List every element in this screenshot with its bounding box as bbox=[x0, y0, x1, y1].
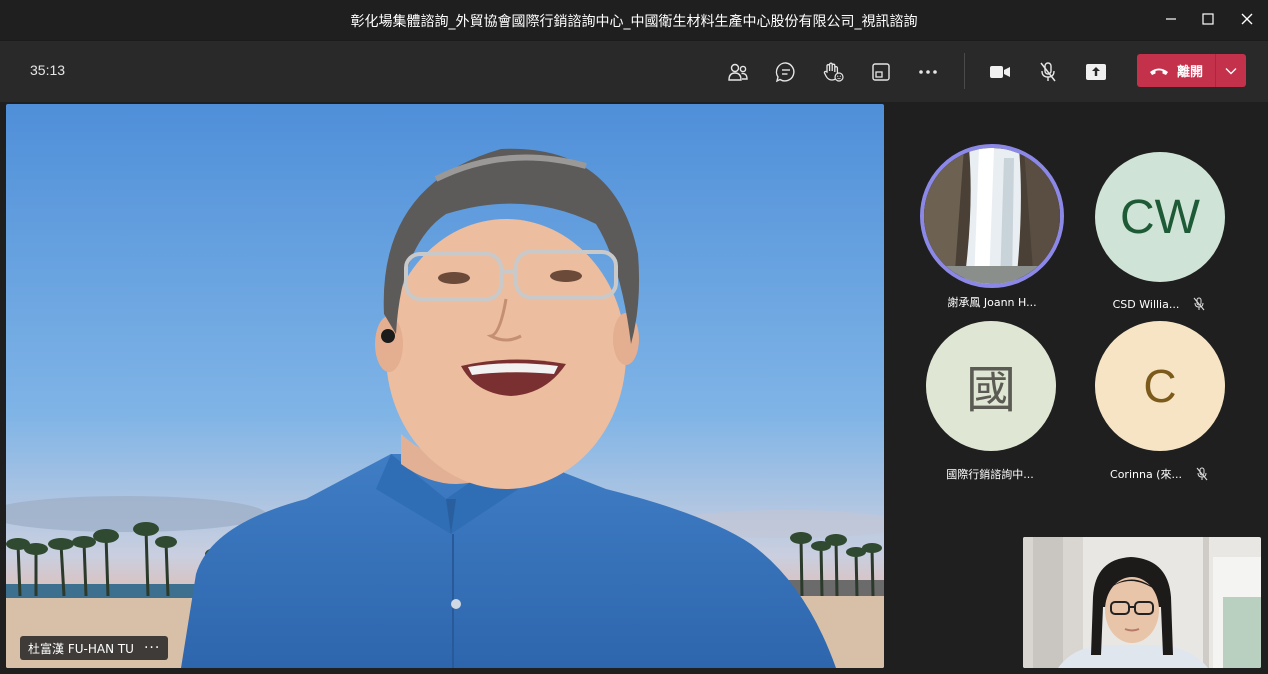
maximize-icon bbox=[1202, 13, 1214, 25]
participant-tile[interactable]: C Corinna (來... bbox=[1089, 321, 1229, 491]
main-speaker-video[interactable]: 杜富漢 FU-HAN TU ··· bbox=[6, 104, 884, 668]
self-video-frame bbox=[1023, 537, 1261, 668]
camera-icon bbox=[990, 66, 1010, 78]
waterfall-photo bbox=[924, 148, 1060, 284]
breakout-rooms-button[interactable] bbox=[864, 55, 898, 89]
minimize-button[interactable] bbox=[1156, 6, 1186, 32]
participant-tile[interactable]: CW CSD Willia... bbox=[1089, 152, 1229, 322]
participant-avatar: 國 bbox=[926, 321, 1056, 451]
toolbar-divider bbox=[964, 53, 965, 89]
raise-hand-icon bbox=[823, 62, 844, 82]
mic-off-icon bbox=[1193, 297, 1205, 311]
more-options-button[interactable] bbox=[911, 55, 945, 89]
breakout-rooms-icon bbox=[872, 63, 890, 81]
chat-button[interactable] bbox=[769, 55, 803, 89]
participant-initials: 國 bbox=[966, 361, 1016, 419]
chevron-down-icon bbox=[1225, 67, 1237, 74]
leave-options-button[interactable] bbox=[1216, 54, 1246, 87]
participant-tile[interactable]: 謝承鳳 Joann H... bbox=[920, 144, 1064, 314]
close-icon bbox=[1241, 13, 1253, 25]
participant-initials: C bbox=[1143, 360, 1177, 412]
more-options-icon bbox=[919, 70, 937, 74]
mic-off-icon bbox=[1040, 62, 1056, 82]
meeting-toolbar: 35:13 離開 bbox=[0, 40, 1268, 102]
title-bar: 彰化場集體諮詢_外貿協會國際行銷諮詢中心_中國衛生材料生產中心股份有限公司_視訊… bbox=[0, 0, 1268, 40]
participant-initials: CW bbox=[1120, 190, 1200, 244]
minimize-icon bbox=[1166, 18, 1176, 20]
reactions-button[interactable] bbox=[816, 55, 850, 89]
hang-up-icon bbox=[1149, 68, 1168, 75]
speaker-name: 杜富漢 FU-HAN TU bbox=[28, 641, 134, 656]
share-screen-button[interactable] bbox=[1079, 55, 1113, 89]
speaker-video-frame bbox=[6, 104, 884, 668]
close-button[interactable] bbox=[1232, 6, 1262, 32]
participant-name: CSD Willia... bbox=[1112, 297, 1180, 311]
participant-tile[interactable]: 國 國際行銷諮詢中... bbox=[920, 321, 1060, 491]
participant-name-row: 謝承鳳 Joann H... bbox=[920, 294, 1064, 310]
leave-button-group: 離開 bbox=[1137, 54, 1246, 87]
mic-button[interactable] bbox=[1031, 55, 1065, 89]
participant-name-row: Corinna (來... bbox=[1089, 466, 1229, 482]
self-view-video[interactable] bbox=[1023, 537, 1261, 668]
participant-name: 謝承鳳 Joann H... bbox=[947, 296, 1037, 309]
participant-name-row: 國際行銷諮詢中... bbox=[920, 466, 1060, 482]
participant-name: 國際行銷諮詢中... bbox=[946, 468, 1034, 481]
window-title: 彰化場集體諮詢_外貿協會國際行銷諮詢中心_中國衛生材料生產中心股份有限公司_視訊… bbox=[350, 14, 918, 30]
participant-name: Corinna (來... bbox=[1110, 468, 1182, 481]
participant-avatar: C bbox=[1095, 321, 1225, 451]
participant-name-row: CSD Willia... bbox=[1089, 297, 1229, 311]
share-screen-icon bbox=[1086, 64, 1106, 80]
speaker-more-options[interactable]: ··· bbox=[144, 640, 160, 656]
mic-off-icon bbox=[1196, 467, 1208, 481]
chat-icon bbox=[775, 62, 795, 83]
camera-button[interactable] bbox=[983, 55, 1017, 89]
people-button[interactable] bbox=[721, 55, 755, 89]
speaker-name-tag: 杜富漢 FU-HAN TU ··· bbox=[20, 636, 169, 660]
participant-avatar-speaking bbox=[920, 144, 1064, 288]
leave-button[interactable]: 離開 bbox=[1137, 54, 1215, 87]
meeting-timer: 35:13 bbox=[30, 62, 66, 78]
participant-avatar: CW bbox=[1095, 152, 1225, 282]
people-icon bbox=[728, 63, 748, 81]
maximize-button[interactable] bbox=[1193, 6, 1223, 32]
leave-label: 離開 bbox=[1176, 65, 1203, 80]
meeting-stage: 杜富漢 FU-HAN TU ··· 謝承鳳 Joann H... CW CSD bbox=[0, 102, 1268, 674]
